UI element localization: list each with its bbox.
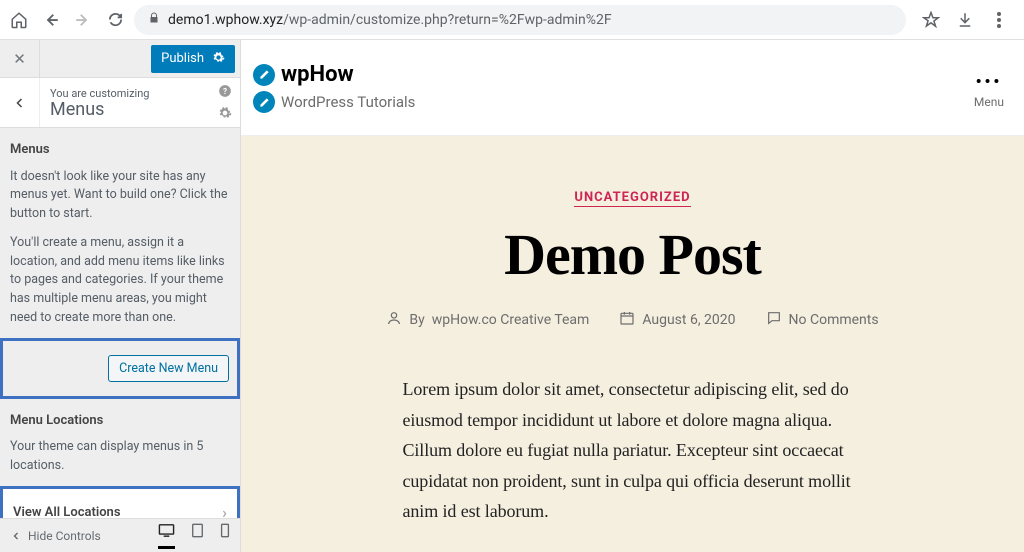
publish-button[interactable]: Publish [151, 45, 235, 73]
site-title[interactable]: wpHow [281, 62, 354, 87]
mobile-device-icon[interactable] [220, 523, 230, 549]
post-inner: UNCATEGORIZED Demo Post By wpHow.co Crea… [343, 186, 923, 527]
url-text: demo1.wphow.xyz/wp-admin/customize.php?r… [168, 12, 612, 28]
customizer-topbar: ✕ Publish [0, 40, 240, 78]
close-customizer-button[interactable]: ✕ [0, 40, 40, 78]
menus-desc-1: It doesn't look like your site has any m… [10, 168, 230, 224]
more-icon[interactable] [990, 11, 1008, 29]
menus-desc-2: You'll create a menu, assign it a locati… [10, 234, 230, 328]
browser-toolbar: demo1.wphow.xyz/wp-admin/customize.php?r… [0, 0, 1024, 40]
by-label: By [409, 312, 424, 328]
customizer-sidebar: ✕ Publish You are customizing Menus ? [0, 40, 241, 552]
publish-label: Publish [161, 51, 204, 66]
edit-tagline-icon[interactable] [253, 91, 275, 113]
site-header: wpHow WordPress Tutorials ••• Menu [241, 40, 1024, 136]
post-date: August 6, 2020 [642, 312, 735, 328]
customizing-label: You are customizing [50, 87, 230, 100]
gear-icon [212, 51, 225, 67]
site-branding: wpHow WordPress Tutorials [253, 62, 415, 113]
author-name: wpHow.co Creative Team [432, 312, 590, 328]
meta-date[interactable]: August 6, 2020 [619, 310, 735, 330]
meta-comments[interactable]: No Comments [766, 310, 879, 330]
star-icon[interactable] [922, 11, 940, 29]
lock-icon [148, 12, 160, 27]
main-content: ✕ Publish You are customizing Menus ? [0, 40, 1024, 552]
locations-desc: Your theme can display menus in 5 locati… [10, 438, 230, 476]
download-icon[interactable] [956, 11, 974, 29]
panel-body: Menus It doesn't look like your site has… [0, 128, 240, 552]
meta-author[interactable]: By wpHow.co Creative Team [386, 310, 589, 330]
forward-icon[interactable] [74, 11, 92, 29]
post-category[interactable]: UNCATEGORIZED [574, 190, 690, 207]
dots-icon: ••• [976, 72, 1003, 91]
menus-section-title: Menus [10, 140, 230, 160]
comments-text: No Comments [789, 312, 879, 328]
panel-titles: You are customizing Menus ? [40, 78, 240, 127]
menu-toggle[interactable]: ••• Menu [974, 62, 1012, 109]
menu-label: Menu [974, 95, 1004, 109]
browser-right-icons [916, 11, 1014, 29]
desktop-device-icon[interactable] [158, 523, 175, 549]
create-new-menu-button[interactable]: Create New Menu [108, 355, 229, 382]
post-content: Lorem ipsum dolor sit amet, consectetur … [403, 374, 863, 527]
tablet-device-icon[interactable] [191, 523, 204, 549]
locations-section-title: Menu Locations [10, 411, 230, 431]
customizer-footer: Hide Controls [0, 518, 240, 552]
panel-name: Menus [50, 101, 230, 119]
post-meta: By wpHow.co Creative Team August 6, 2020 [343, 310, 923, 330]
panel-header: You are customizing Menus ? [0, 78, 240, 128]
comment-icon [766, 310, 782, 330]
post-title: Demo Post [343, 221, 923, 288]
settings-icon[interactable] [218, 106, 232, 124]
edit-title-icon[interactable] [253, 64, 275, 86]
site-tagline: WordPress Tutorials [281, 93, 415, 111]
help-icon[interactable]: ? [218, 84, 232, 102]
create-menu-block: Create New Menu [0, 338, 240, 399]
nav-buttons [10, 11, 124, 29]
site-preview: wpHow WordPress Tutorials ••• Menu UNCAT… [241, 40, 1024, 552]
hide-controls-label: Hide Controls [28, 529, 101, 543]
calendar-icon [619, 310, 635, 330]
post-area: UNCATEGORIZED Demo Post By wpHow.co Crea… [241, 136, 1024, 552]
device-switcher [158, 523, 230, 549]
home-icon[interactable] [10, 11, 28, 29]
hide-controls-button[interactable]: Hide Controls [10, 529, 101, 543]
user-icon [386, 310, 402, 330]
url-bar[interactable]: demo1.wphow.xyz/wp-admin/customize.php?r… [134, 5, 906, 35]
svg-text:?: ? [223, 86, 227, 96]
panel-back-button[interactable] [0, 78, 40, 127]
back-icon[interactable] [42, 11, 60, 29]
reload-icon[interactable] [106, 11, 124, 29]
